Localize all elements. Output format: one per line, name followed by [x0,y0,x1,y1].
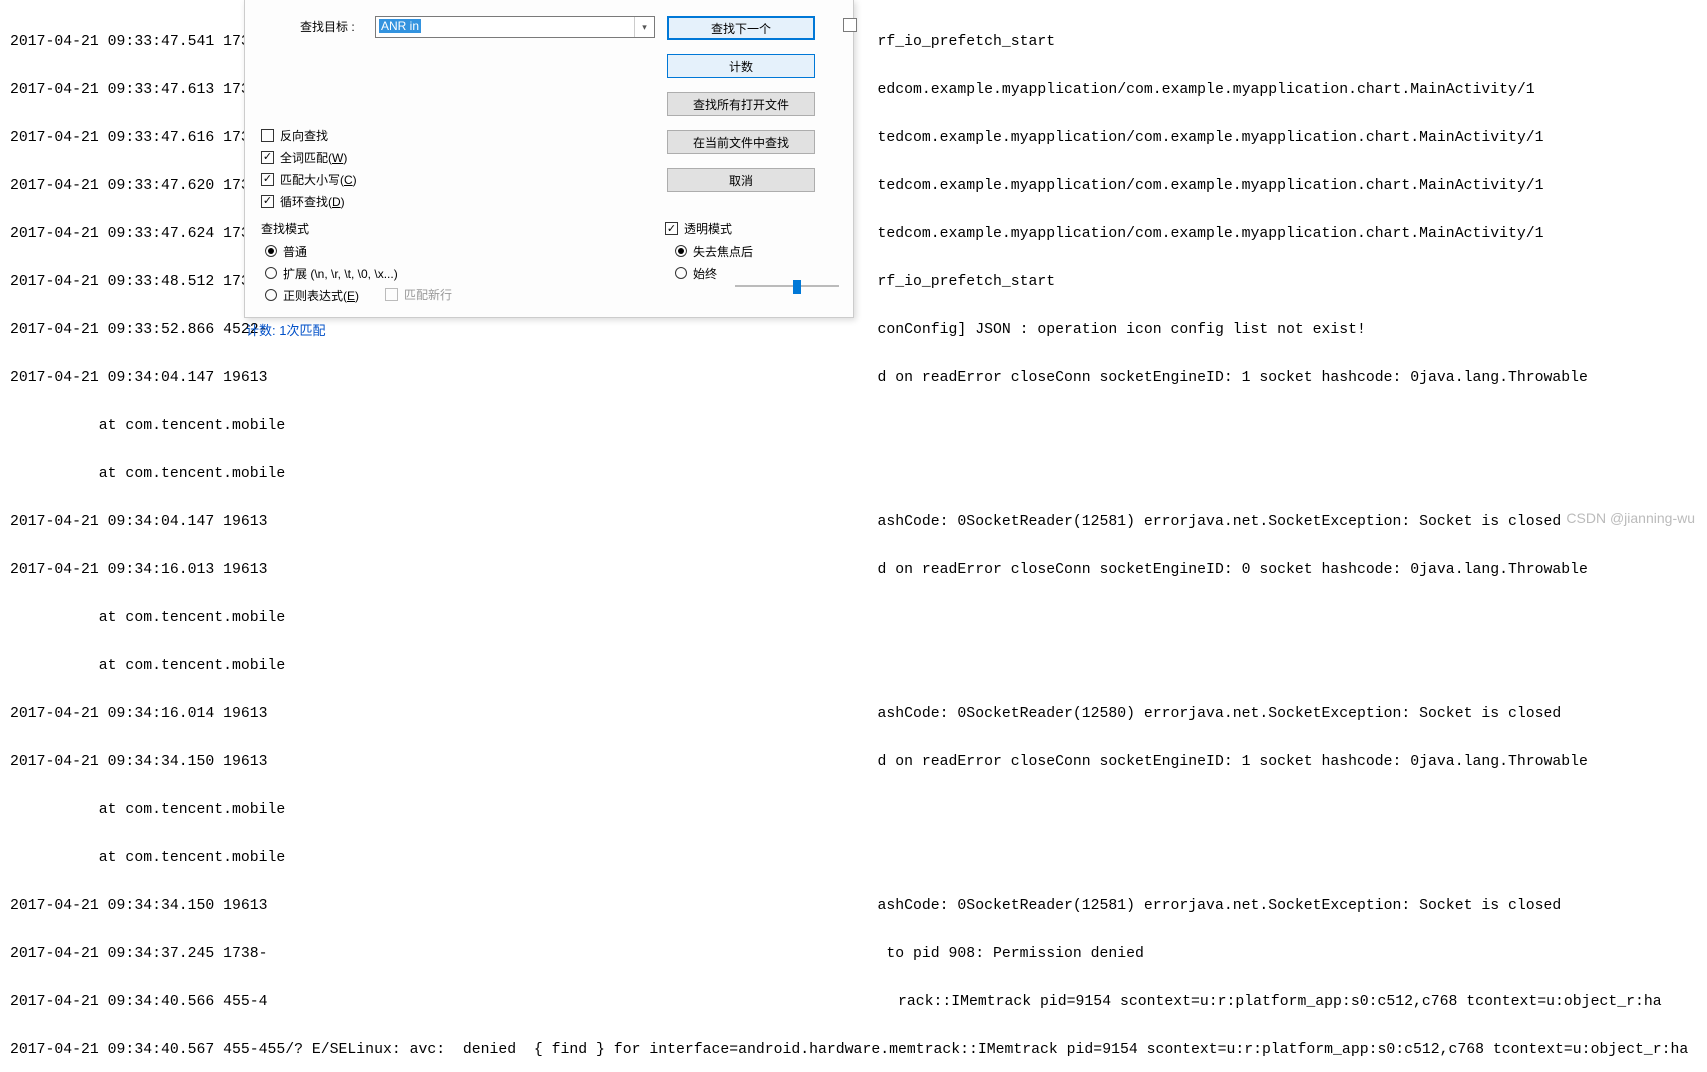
log-line: 2017-04-21 09:34:16.014 19613ashCode: 0S… [10,706,1699,722]
trans-always-radio[interactable] [675,267,687,279]
search-mode-group-label: 查找模式 [261,220,309,237]
mode-extended-label: 扩展 (\n, \r, \t, \0, \x...) [283,265,398,282]
log-line: 2017-04-21 09:34:37.245 1738- to pid 908… [10,946,1699,962]
trans-always-label: 始终 [693,265,717,282]
find-all-open-button[interactable]: 查找所有打开文件 [667,92,815,116]
find-in-current-button[interactable]: 在当前文件中查找 [667,130,815,154]
cancel-button[interactable]: 取消 [667,168,815,192]
watermark: CSDN @jianning-wu [1566,510,1695,526]
trans-lose-focus-radio[interactable] [675,245,687,257]
options-group: 反向查找 全词匹配(W) 匹配大小写(C) 循环查找(D) [261,124,357,212]
whole-word-checkbox[interactable] [261,151,274,164]
pin-checkbox[interactable] [843,18,857,32]
transparency-slider[interactable] [735,278,839,294]
reverse-checkbox[interactable] [261,129,274,142]
reverse-label: 反向查找 [280,127,328,144]
log-line: 2017-04-21 09:34:04.147 19613d on readEr… [10,370,1699,386]
log-line: at com.tencent.mobile [10,466,1699,482]
mode-normal-label: 普通 [283,243,307,260]
log-line: 2017-04-21 09:34:40.566 455-4 rack::IMem… [10,994,1699,1010]
mode-regex-radio[interactable] [265,289,277,301]
whole-word-label: 全词匹配(W) [280,149,347,166]
wrap-checkbox[interactable] [261,195,274,208]
find-label: 查找目标 : [300,18,355,35]
find-dialog: 查找目标 : ANR in ▾ 查找下一个 计数 查找所有打开文件 在当前文件中… [244,0,854,318]
mode-extended-radio[interactable] [265,267,277,279]
log-line: 2017-04-21 09:34:40.567 455-455/? E/SELi… [10,1042,1699,1058]
mode-normal-radio[interactable] [265,245,277,257]
wrap-label: 循环查找(D) [280,193,345,210]
find-input-selection[interactable]: ANR in [379,19,421,33]
log-line: at com.tencent.mobile [10,418,1699,434]
match-newline-option: 匹配新行 [385,286,452,303]
trans-lose-focus-label: 失去焦点后 [693,243,753,260]
find-next-button[interactable]: 查找下一个 [667,16,815,40]
count-result-label: 计数: 1次匹配 [246,320,325,339]
mode-regex-label: 正则表达式(E) [283,287,359,304]
match-case-label: 匹配大小写(C) [280,171,357,188]
match-newline-checkbox [385,288,398,301]
transparency-group-label: 透明模式 [684,220,732,237]
log-line: at com.tencent.mobile [10,610,1699,626]
log-line: at com.tencent.mobile [10,850,1699,866]
match-case-checkbox[interactable] [261,173,274,186]
find-input-combo[interactable]: ANR in ▾ [375,16,655,38]
transparency-checkbox[interactable] [665,222,678,235]
log-line: at com.tencent.mobile [10,802,1699,818]
log-line: 2017-04-21 09:34:34.150 19613d on readEr… [10,754,1699,770]
log-line: at com.tencent.mobile [10,658,1699,674]
log-line: 2017-04-21 09:34:04.147 19613ashCode: 0S… [10,514,1699,530]
count-button[interactable]: 计数 [667,54,815,78]
slider-thumb-icon[interactable] [793,280,801,294]
chevron-down-icon[interactable]: ▾ [634,17,654,37]
log-line: 2017-04-21 09:34:34.150 19613ashCode: 0S… [10,898,1699,914]
log-line: 2017-04-21 09:34:16.013 19613d on readEr… [10,562,1699,578]
